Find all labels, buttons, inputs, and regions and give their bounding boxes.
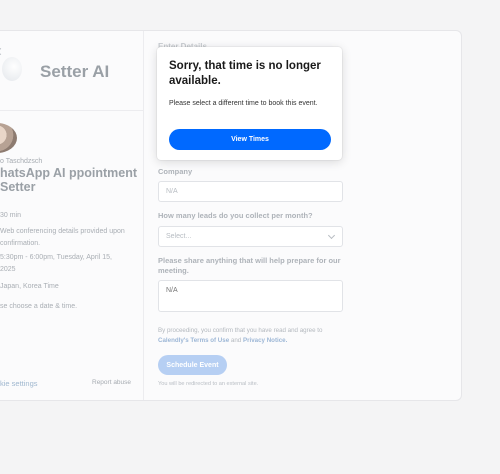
leads-select[interactable]: Select... xyxy=(158,226,343,247)
event-datetime: 5:30pm - 6:00pm, Tuesday, April 15, 2025 xyxy=(0,254,112,273)
event-title: hatsApp AI ppointment Setter xyxy=(0,166,138,194)
prepare-textarea[interactable] xyxy=(158,280,343,312)
brand-header: Setter AI xyxy=(0,31,144,111)
modal-title: Sorry, that time is no longer available. xyxy=(169,60,321,87)
redirect-note: You will be redirected to an external si… xyxy=(158,381,259,387)
choose-time-hint: se choose a date & time. xyxy=(0,303,78,310)
brand-name: Setter AI xyxy=(40,62,110,81)
brand-logo-icon xyxy=(2,57,22,81)
event-conferencing: Web conferencing details provided upon c… xyxy=(0,228,125,247)
privacy-link[interactable]: Privacy Notice. xyxy=(243,337,287,344)
modal-message: Please select a different time to book t… xyxy=(169,100,318,107)
unavailable-time-modal: Sorry, that time is no longer available.… xyxy=(157,47,342,160)
cookie-settings-link[interactable]: kie settings xyxy=(0,379,38,388)
back-chevron-icon[interactable] xyxy=(0,47,5,56)
report-abuse-link[interactable]: Report abuse xyxy=(92,379,131,386)
terms-link[interactable]: Calendly's Terms of Use xyxy=(158,337,229,344)
event-info-panel: Setter AI o Taschdzsch hatsApp AI ppoint… xyxy=(0,31,144,400)
chevron-down-icon xyxy=(327,231,336,240)
event-timezone: Japan, Korea Time xyxy=(0,283,59,290)
view-times-button[interactable]: View Times xyxy=(169,129,331,150)
host-avatar xyxy=(0,123,17,153)
leads-select-value: Select... xyxy=(166,233,192,240)
prepare-label: Please share anything that will help pre… xyxy=(158,256,341,275)
schedule-event-button[interactable]: Schedule Event xyxy=(158,355,227,375)
consent-prefix: By proceeding, you confirm that you have… xyxy=(158,327,323,334)
consent-text: By proceeding, you confirm that you have… xyxy=(158,326,344,346)
company-input[interactable] xyxy=(158,181,343,202)
consent-and: and xyxy=(230,337,242,344)
leads-label: How many leads do you collect per month? xyxy=(158,211,313,220)
host-name: o Taschdzsch xyxy=(0,158,43,165)
company-label: Company xyxy=(158,167,193,176)
event-duration: 30 min xyxy=(0,212,22,219)
